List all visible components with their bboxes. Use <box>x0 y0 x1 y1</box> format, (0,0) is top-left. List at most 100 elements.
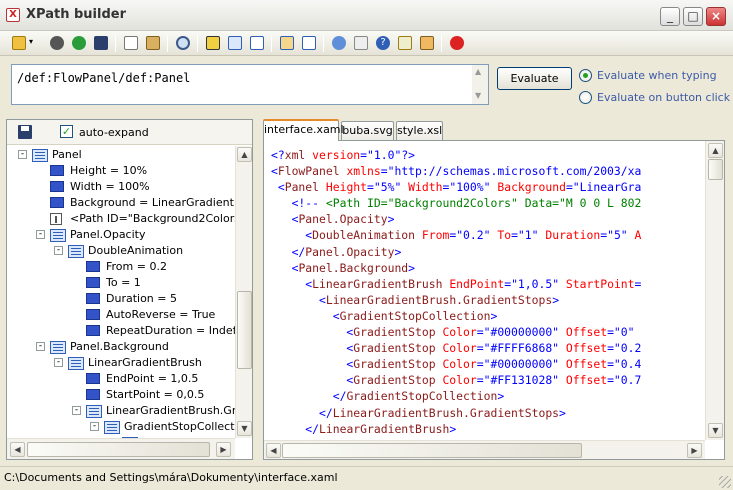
code-token: </ <box>271 244 306 259</box>
code-view[interactable]: <?xml version="1.0"?> <FlowPanel xmlns="h… <box>271 147 701 439</box>
tree-node-element[interactable]: - Panel.Opacity <box>7 227 235 243</box>
tree-node-element[interactable]: - Panel <box>7 147 235 163</box>
toolbar: ▾ ? <box>0 31 733 56</box>
code-token: < <box>271 308 340 323</box>
tree-expander-icon[interactable]: - <box>90 422 99 431</box>
xpath-input-scrollbar[interactable]: ▲ ▼ <box>472 65 488 104</box>
view-icon[interactable] <box>248 34 266 52</box>
tree-node-attribute[interactable]: Height = 10% <box>7 163 235 179</box>
radio-button[interactable] <box>579 91 592 104</box>
tree-expander-icon[interactable]: - <box>18 150 27 159</box>
code-token: </ <box>271 405 333 420</box>
scroll-thumb[interactable] <box>708 159 723 180</box>
code-token: Panel.Opacity <box>305 244 395 259</box>
evaluate-button[interactable]: Evaluate <box>497 67 572 90</box>
paste-icon[interactable] <box>144 34 162 52</box>
image-icon[interactable] <box>418 34 436 52</box>
scroll-down-arrow-icon[interactable]: ▼ <box>475 91 481 100</box>
tree-node-attribute[interactable]: AutoReverse = True <box>7 307 235 323</box>
tree-node-label: AutoReverse = True <box>106 308 216 321</box>
scroll-thumb[interactable] <box>27 442 210 457</box>
xpath-builder-window: X XPath builder _ □ × ▾ ? /def:FlowPanel… <box>0 0 733 490</box>
tree-node-attribute[interactable]: EndPoint = 1,0.5 <box>7 371 235 387</box>
code-token: EndPoint <box>442 276 505 291</box>
copy-icon[interactable] <box>122 34 140 52</box>
tree-expander-icon[interactable]: - <box>72 406 81 415</box>
attribute-icon <box>86 389 100 400</box>
auto-expand-checkbox[interactable]: ✓ <box>60 125 73 138</box>
tree-node-element[interactable]: - LinearGradientBrush.Grad <box>7 403 235 419</box>
scroll-up-button[interactable]: ▲ <box>708 143 723 158</box>
tree-expander-icon[interactable]: - <box>54 358 63 367</box>
editor-horizontal-scrollbar[interactable]: ◀ ▶ <box>264 440 705 459</box>
tree-node-attribute[interactable]: Duration = 5 <box>7 291 235 307</box>
maximize-button[interactable]: □ <box>683 7 703 26</box>
tree-node-attribute[interactable]: Background = LinearGradient 0,0 <box>7 195 235 211</box>
tree-expander-icon[interactable]: - <box>36 342 45 351</box>
tree-node-comment[interactable]: <Path ID="Background2Colors" D <box>7 211 235 227</box>
tree-node-label: EndPoint = 1,0.5 <box>106 372 199 385</box>
tree-node-element[interactable]: - LinearGradientBrush <box>7 355 235 371</box>
refresh-icon[interactable] <box>70 34 88 52</box>
code-editor[interactable]: <?xml version="1.0"?> <FlowPanel xmlns="h… <box>263 140 725 460</box>
tree-node-label: Height = 10% <box>70 164 148 177</box>
stop-icon[interactable] <box>48 34 66 52</box>
tree-node-attribute[interactable]: Width = 100% <box>7 179 235 195</box>
scroll-thumb[interactable] <box>282 443 582 458</box>
tree-expander-icon[interactable]: - <box>54 246 63 255</box>
scroll-up-button[interactable]: ▲ <box>237 147 252 162</box>
help-icon[interactable]: ? <box>374 34 392 52</box>
code-token: Offset <box>559 341 608 356</box>
radio-button-selected[interactable] <box>579 69 592 82</box>
save-icon[interactable] <box>18 125 32 139</box>
save-icon[interactable] <box>92 34 110 52</box>
code-token: = <box>476 325 484 340</box>
scroll-thumb[interactable] <box>237 291 252 369</box>
tab-style-xsl[interactable]: style.xsl <box>396 121 443 140</box>
select-node-icon[interactable] <box>226 34 244 52</box>
element-icon <box>68 245 84 258</box>
run-xpath-icon[interactable] <box>204 34 222 52</box>
tree-node-element[interactable]: - GradientStopCollection <box>7 419 235 435</box>
exit-icon[interactable] <box>448 34 466 52</box>
namespace-icon[interactable] <box>330 34 348 52</box>
tree-node-attribute[interactable]: From = 0.2 <box>7 259 235 275</box>
scroll-left-button[interactable]: ◀ <box>266 443 281 458</box>
scroll-right-button[interactable]: ▶ <box>687 443 702 458</box>
layout-icon[interactable] <box>278 34 296 52</box>
close-button[interactable]: × <box>706 7 726 26</box>
code-token: = <box>360 148 368 162</box>
tree-node-element[interactable]: - DoubleAnimation <box>7 243 235 259</box>
scroll-up-arrow-icon[interactable]: ▲ <box>475 67 481 76</box>
tree-expander-icon[interactable]: - <box>36 230 45 239</box>
settings-icon[interactable] <box>396 34 414 52</box>
list-icon[interactable] <box>300 34 318 52</box>
minimize-button[interactable]: _ <box>660 7 680 26</box>
open-icon[interactable]: ▾ <box>10 34 36 52</box>
tree-node-label: Panel.Opacity <box>70 228 146 241</box>
toolbar-separator <box>323 35 324 52</box>
element-icon <box>50 229 66 242</box>
scroll-right-button[interactable]: ▶ <box>216 442 231 457</box>
tab-buba-svg[interactable]: buba.svg <box>341 121 394 140</box>
tree-node-attribute[interactable]: RepeatDuration = Indefinil <box>7 323 235 339</box>
tree-node-attribute[interactable]: To = 1 <box>7 275 235 291</box>
xpath-input[interactable]: /def:FlowPanel/def:Panel ▲ ▼ <box>11 64 489 105</box>
tree-node-element[interactable]: - Panel.Background <box>7 339 235 355</box>
attribute-icon <box>50 197 64 208</box>
tree-node-attribute[interactable]: StartPoint = 0,0.5 <box>7 387 235 403</box>
tree-icon[interactable] <box>352 34 370 52</box>
title-bar[interactable]: X XPath builder _ □ × <box>0 0 733 31</box>
code-token: To <box>490 228 512 243</box>
tree-horizontal-scrollbar[interactable]: ◀ ▶ <box>7 438 235 459</box>
scroll-down-button[interactable]: ▼ <box>708 423 723 438</box>
tab-interface-xaml[interactable]: interface.xaml <box>263 119 344 141</box>
scroll-left-button[interactable]: ◀ <box>10 442 25 457</box>
editor-vertical-scrollbar[interactable]: ▲ ▼ <box>705 141 724 440</box>
auto-expand-label: auto-expand <box>79 126 149 139</box>
find-icon[interactable] <box>174 34 192 52</box>
tree-vertical-scrollbar[interactable]: ▲ ▼ <box>235 146 252 438</box>
scroll-down-button[interactable]: ▼ <box>237 421 252 436</box>
resize-grip-icon[interactable] <box>719 476 731 488</box>
code-line: <Panel.Background> <box>271 260 701 276</box>
